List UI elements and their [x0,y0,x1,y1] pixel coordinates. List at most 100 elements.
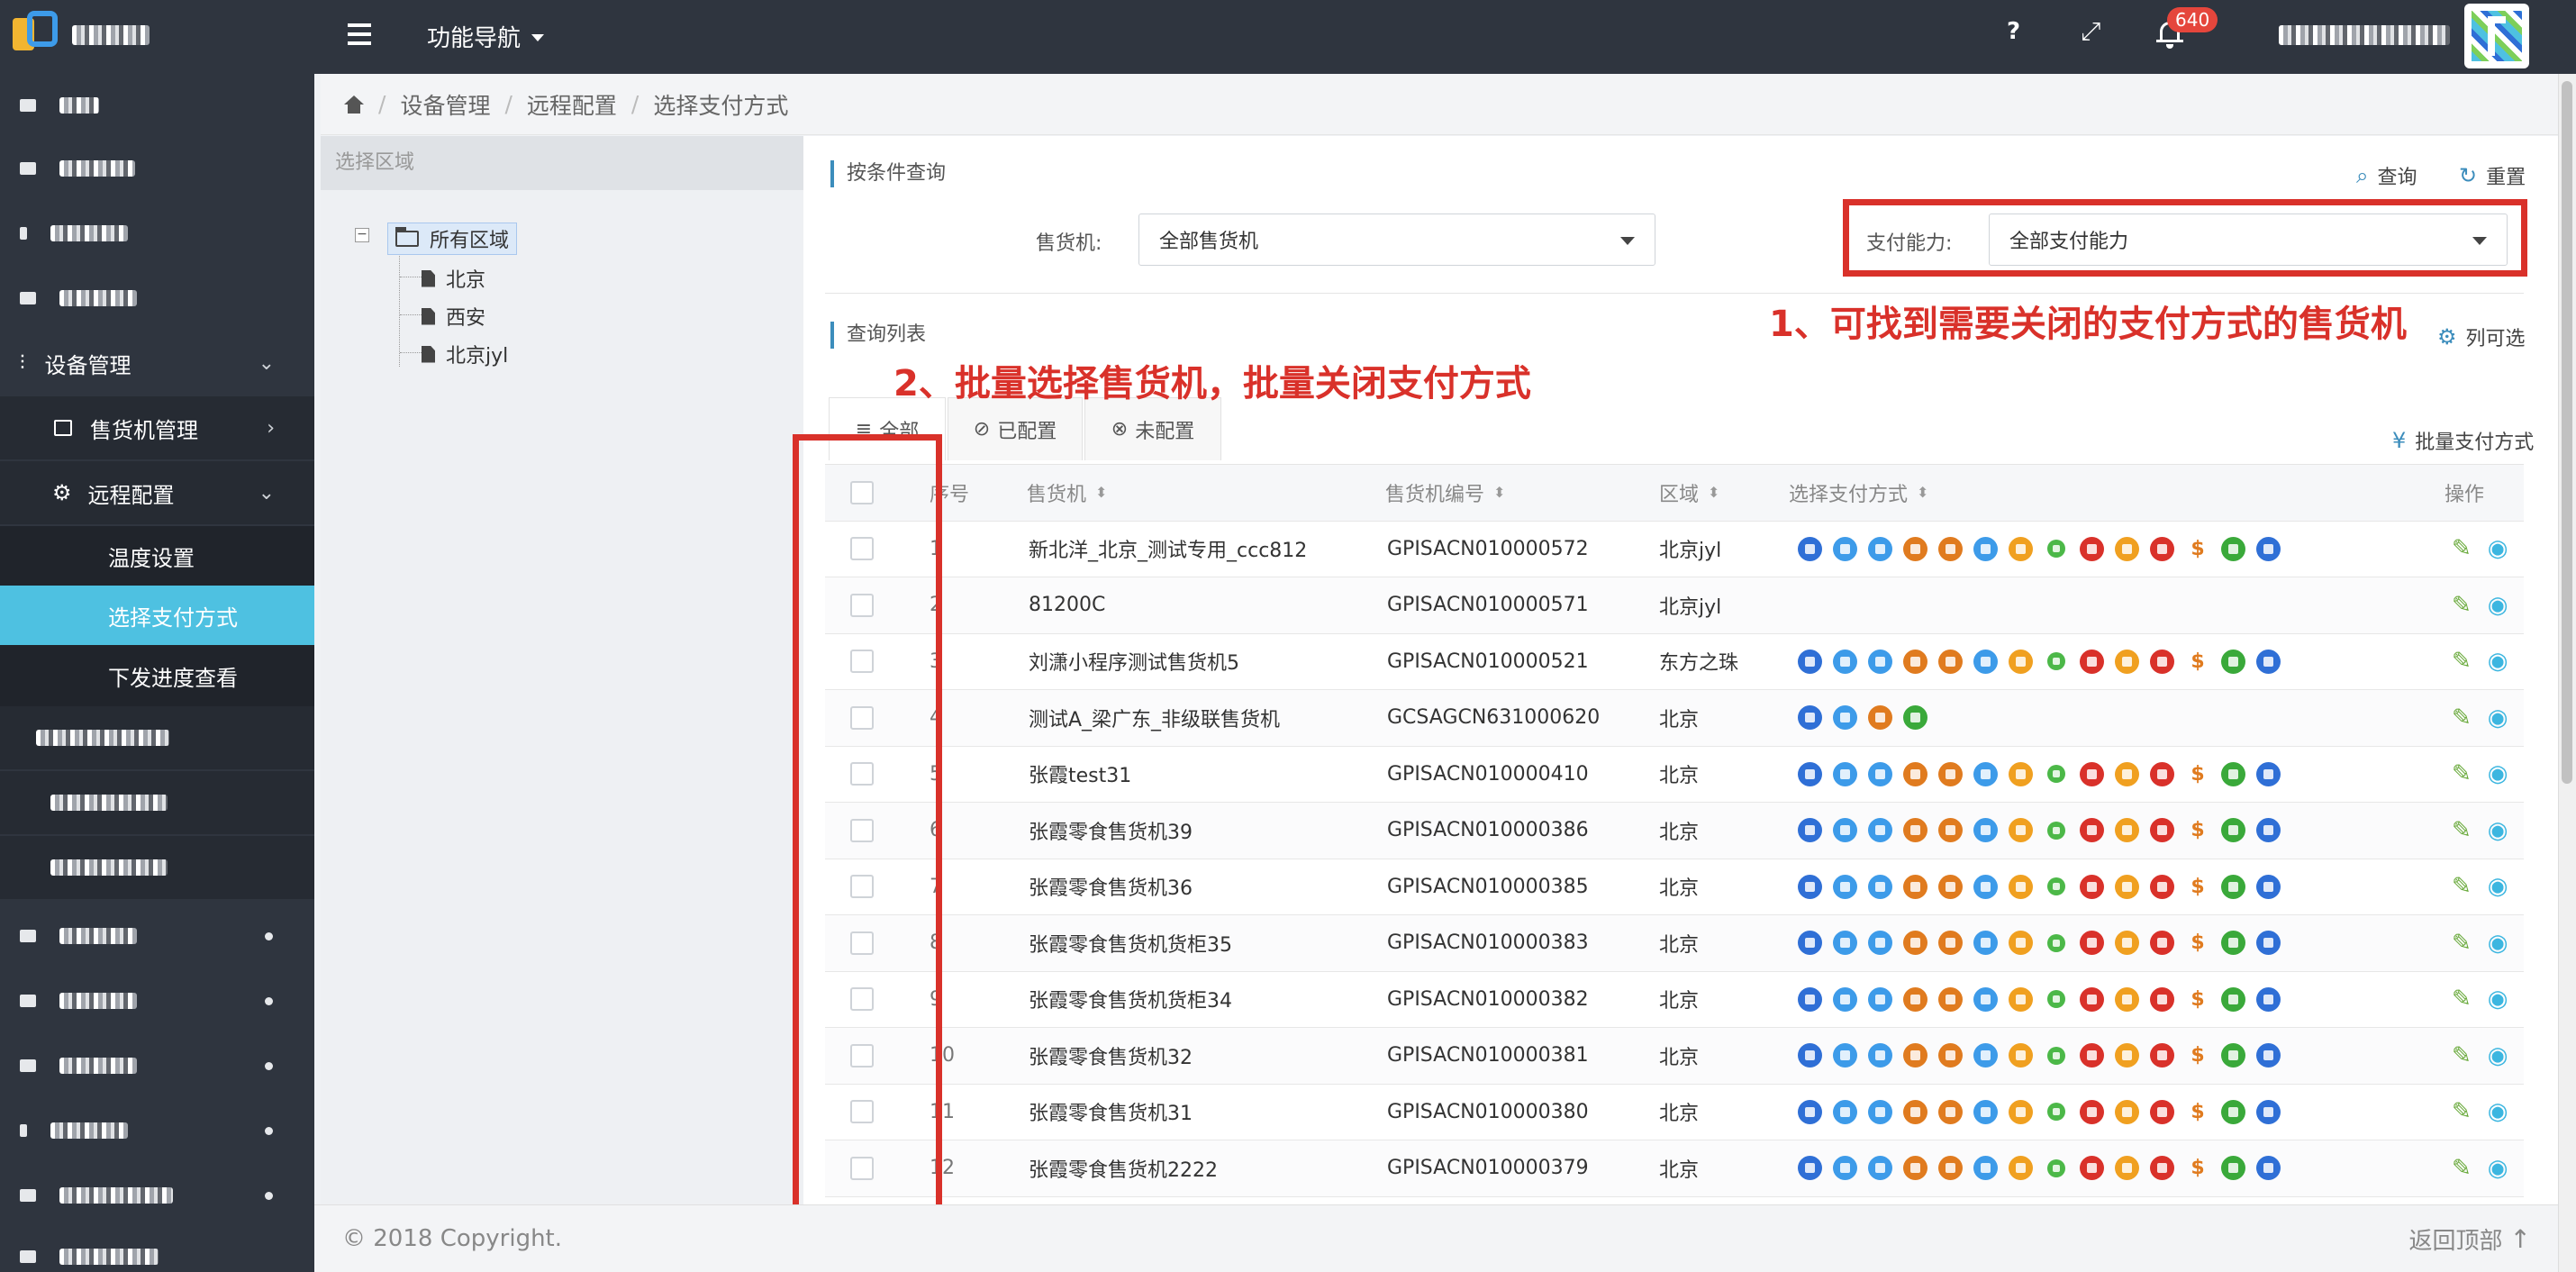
sidebar-item-blurred-7[interactable] [0,836,314,899]
sidebar-item-vending-management[interactable]: 售货机管理 › [0,396,314,459]
select-all-checkbox[interactable] [850,480,874,504]
row-checkbox[interactable] [850,650,874,674]
feature-nav-dropdown[interactable]: 功能导航 [427,16,545,56]
view-icon[interactable]: ◉ [2488,648,2508,675]
sidebar-item-blurred-3[interactable] [0,202,314,265]
username-blurred[interactable] [2279,25,2450,45]
row-checkbox[interactable] [850,875,874,899]
sidebar-item-blurred-11[interactable] [0,1099,314,1162]
table-row[interactable]: 2 81200C GPISACN010000571 北京jyl ✎ ◉ [825,577,2524,634]
view-icon[interactable]: ◉ [2488,817,2508,844]
row-checkbox[interactable] [850,537,874,561]
tree-node-region[interactable]: 北京jyl [422,340,508,368]
tree-node-region[interactable]: 西安 [422,302,485,331]
edit-icon[interactable]: ✎ [2452,986,2472,1013]
help-icon[interactable]: ? [2007,18,2020,45]
sidebar-item-device-management[interactable]: ⫶ 设备管理 ⌄ [0,332,314,395]
table-row[interactable]: 9 张霞零食售货机货柜34 GPISACN010000382 北京 $ ✎ ◉ [825,972,2524,1028]
table-row[interactable]: 7 张霞零食售货机36 GPISACN010000385 北京 $ ✎ ◉ [825,859,2524,915]
table-row[interactable]: 8 张霞零食售货机货柜35 GPISACN010000383 北京 $ ✎ ◉ [825,915,2524,972]
row-checkbox[interactable] [850,1156,874,1180]
table-row[interactable]: 6 张霞零食售货机39 GPISACN010000386 北京 $ ✎ ◉ [825,803,2524,859]
table-row[interactable]: 11 张霞零食售货机31 GPISACN010000380 北京 $ ✎ ◉ [825,1085,2524,1140]
row-checkbox[interactable] [850,593,874,617]
app-logo[interactable] [13,11,59,58]
sidebar-item-blurred-1[interactable] [0,74,314,137]
table-row[interactable]: 5 张霞test31 GPISACN010000410 北京 $ ✎ ◉ [825,747,2524,803]
sidebar-item-blurred-4[interactable] [0,267,314,330]
view-icon[interactable]: ◉ [2488,704,2508,731]
view-icon[interactable]: ◉ [2488,930,2508,957]
edit-icon[interactable]: ✎ [2452,873,2472,900]
col-region-header[interactable]: 区域 ⬍ [1659,465,1719,521]
col-payments-header[interactable]: 选择支付方式 ⬍ [1789,465,1928,521]
column-select-button[interactable]: ⚙ 列可选 [2437,323,2526,351]
view-icon[interactable]: ◉ [2488,873,2508,900]
edit-icon[interactable]: ✎ [2452,535,2472,562]
sidebar-item-blurred-10[interactable] [0,1034,314,1097]
tab-all[interactable]: ≡ 全部 [829,397,946,460]
row-checkbox[interactable] [850,818,874,842]
tab-configured[interactable]: ⊘ 已配置 [948,397,1083,460]
scrollbar-thumb[interactable] [2562,81,2572,784]
col-code-header[interactable]: 售货机编号 ⬍ [1385,465,1505,521]
sidebar-item-remote-config[interactable]: ⚙ 远程配置 ⌄ [0,461,314,524]
view-icon[interactable]: ◉ [2488,1155,2508,1182]
sidebar-item-blurred-8[interactable] [0,904,314,968]
machine-filter-select[interactable]: 全部售货机 [1138,214,1655,266]
machine-name: 新北洋_北京_测试专用_ccc812 [1029,540,1308,563]
table-row[interactable]: 4 测试A_梁广东_非级联售货机 GCSAGCN631000620 北京 ✎ ◉ [825,690,2524,747]
tree-node-region[interactable]: 北京 [422,264,485,293]
batch-payment-button[interactable]: ¥ 批量支付方式 [2392,426,2534,455]
home-icon[interactable] [344,95,364,114]
sidebar-item-blurred-5[interactable] [0,706,314,769]
search-button[interactable]: ⌕ 查询 [2356,161,2417,190]
sidebar-item-temperature-settings[interactable]: 温度设置 [0,526,314,586]
edit-icon[interactable]: ✎ [2452,648,2472,675]
edit-icon[interactable]: ✎ [2452,592,2472,619]
row-checkbox[interactable] [850,987,874,1012]
table-row[interactable]: 3 刘潇小程序测试售货机5 GPISACN010000521 东方之珠 $ ✎ ◉ [825,634,2524,690]
tree-node-all-regions[interactable]: 所有区域 [387,223,518,255]
row-checkbox[interactable] [850,1100,874,1124]
edit-icon[interactable]: ✎ [2452,817,2472,844]
col-machine-header[interactable]: 售货机 ⬍ [1027,465,1107,521]
back-to-top-link[interactable]: 返回顶部 ↑ [2409,1222,2531,1256]
sidebar-item-dispatch-progress[interactable]: 下发进度查看 [0,645,314,706]
payment-filter-select[interactable]: 全部支付能力 [1989,214,2508,266]
row-checkbox[interactable] [850,762,874,786]
sidebar-item-blurred-12[interactable] [0,1164,314,1227]
breadcrumb-item[interactable]: 远程配置 [527,88,617,121]
edit-icon[interactable]: ✎ [2452,930,2472,957]
user-avatar[interactable] [2464,4,2529,68]
sidebar-item-blurred-13[interactable] [0,1225,314,1272]
tab-unconfigured[interactable]: ⊗ 未配置 [1084,397,1221,460]
edit-icon[interactable]: ✎ [2452,1155,2472,1182]
edit-icon[interactable]: ✎ [2452,704,2472,731]
edit-icon[interactable]: ✎ [2452,1042,2472,1069]
view-icon[interactable]: ◉ [2488,535,2508,562]
table-row[interactable]: 12 张霞零食售货机2222 GPISACN010000379 北京 $ ✎ ◉ [825,1140,2524,1197]
sidebar-item-blurred-9[interactable] [0,969,314,1032]
sidebar-item-blurred-2[interactable] [0,137,314,200]
view-icon[interactable]: ◉ [2488,760,2508,787]
row-checkbox[interactable] [850,1043,874,1068]
edit-icon[interactable]: ✎ [2452,760,2472,787]
table-row[interactable]: 1 新北洋_北京_测试专用_ccc812 GPISACN010000572 北京jyl… [825,522,2524,577]
row-checkbox[interactable] [850,705,874,730]
view-icon[interactable]: ◉ [2488,592,2508,619]
tree-collapse-toggle[interactable]: − [355,228,369,242]
view-icon[interactable]: ◉ [2488,986,2508,1013]
breadcrumb-item[interactable]: 设备管理 [400,88,490,121]
table-row[interactable]: 10 张霞零食售货机32 GPISACN010000381 北京 $ ✎ ◉ [825,1028,2524,1085]
sidebar-item-select-payment[interactable]: 选择支付方式 [0,586,314,645]
menu-toggle-icon[interactable] [348,23,371,45]
payment-method-icon [2221,1099,2245,1124]
sidebar-item-blurred-6[interactable] [0,771,314,834]
edit-icon[interactable]: ✎ [2452,1098,2472,1125]
row-checkbox[interactable] [850,931,874,955]
fullscreen-icon[interactable]: ⤢ [2081,16,2100,47]
view-icon[interactable]: ◉ [2488,1098,2508,1125]
reset-button[interactable]: ↻ 重置 [2459,161,2526,190]
view-icon[interactable]: ◉ [2488,1042,2508,1069]
